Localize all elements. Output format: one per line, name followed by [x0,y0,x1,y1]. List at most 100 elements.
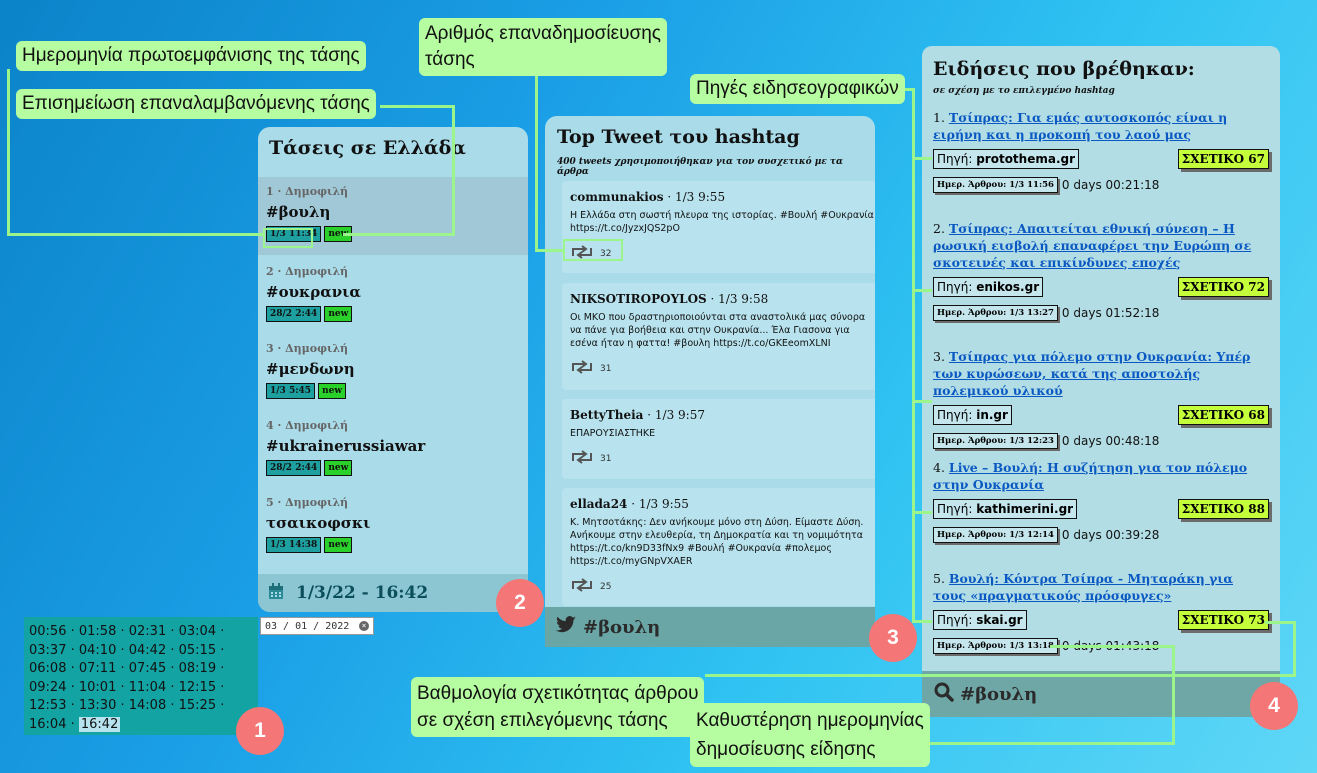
time-option[interactable]: 05:15 [179,643,216,658]
time-separator: · [216,624,225,639]
time-option[interactable]: 00:56 [29,624,66,639]
time-separator: · [66,679,79,695]
time-option[interactable]: 06:08 [29,661,66,676]
tweet-card[interactable]: NIKSOTIROPOYLOS · 1/3 9:58 Οι ΜΚΟ που δρ… [562,283,875,390]
connector-line [912,88,915,622]
tweet-user[interactable]: BettyTheia [570,408,643,422]
article-date-badge: Ημερ. Άρθρου: 1/3 11:56 [933,177,1058,193]
time-option[interactable]: 11:04 [129,680,166,695]
marker-2: 2 [496,579,544,627]
time-option[interactable]: 10:01 [79,680,116,695]
news-footer[interactable]: #βουλη [922,671,1280,717]
time-option[interactable]: 07:45 [129,661,166,676]
connector-line [452,105,455,236]
trend-item[interactable]: 5 · Δημοφιλή τσαικοφσκι 1/3 14:38 new [258,488,528,566]
connector-line [1265,621,1295,624]
callout-first-seen: Ημερομηνία πρωτοεμφάνισης της τάσης [16,41,366,71]
time-separator: · [116,642,129,658]
trend-item[interactable]: 2 · Δημοφιλή #ουκρανια 28/2 2:44 new [258,257,528,335]
time-option[interactable]: 04:10 [79,643,116,658]
datetime-footer[interactable]: 1/3/22 - 16:42 [258,574,528,612]
retweet-icon [570,360,594,377]
time-option[interactable]: 12:53 [29,698,66,713]
time-option[interactable]: 16:42 [78,716,121,732]
callout-news-sources: Πηγές ειδησεογραφικών [690,74,905,104]
connector-line [535,249,565,252]
tweet-text: Η Ελλάδα στη σωστή πλευρα της ιστορίας. … [570,210,874,234]
first-seen-badge: 28/2 2:44 [266,306,322,322]
time-option[interactable]: 04:42 [129,643,166,658]
time-option[interactable]: 13:30 [79,698,116,713]
tweet-user[interactable]: communakios [570,190,664,204]
tweet-text: Οι ΜΚΟ που δραστηριοποιούνται στα αναστο… [570,312,866,349]
first-seen-badge: 28/2 2:44 [266,460,322,476]
search-icon[interactable] [934,682,954,707]
trend-item[interactable]: 4 · Δημοφιλή #ukrainerussiawar 28/2 2:44… [258,411,528,489]
time-option[interactable]: 01:58 [79,624,116,639]
news-article: 5. Βουλή: Κόντρα Τσίπρα - Μηταράκη για τ… [933,570,1269,654]
tweet-time: · 1/3 9:55 [663,190,726,204]
tweet-card[interactable]: ellada24 · 1/3 9:55 Κ. Μητσοτάκης: Δεν α… [562,488,875,606]
article-link[interactable]: Τσίπρας: Για εμάς αυτοσκοπός είναι η ειρ… [933,110,1227,142]
article-link[interactable]: Τσίπρας για πόλεμο στην Ουκρανία: Υπέρ τ… [933,349,1250,398]
callout-delay-line2: δημοσίευσης είδησης [696,739,876,760]
tweet-user[interactable]: NIKSOTIROPOYLOS [570,292,707,306]
article-source: Πηγή: skai.gr [933,610,1027,630]
time-option[interactable]: 02:31 [129,624,166,639]
trends-title: Τάσεις σε Ελλάδα [269,137,466,159]
time-option[interactable]: 16:04 [29,717,66,732]
article-link[interactable]: Live – Βουλή: Η συζήτηση για τον πόλεμο … [933,460,1247,492]
time-option[interactable]: 09:24 [29,680,66,695]
trend-meta: 3 · Δημοφιλή [266,342,349,355]
source-name: skai.gr [976,613,1023,627]
source-name: in.gr [976,408,1008,422]
retweet-icon [570,578,594,595]
news-article: 3. Τσίπρας για πόλεμο στην Ουκρανία: Υπέ… [933,348,1269,449]
date-input[interactable]: 03 / 01 / 2022 × [260,617,374,635]
time-option[interactable]: 15:25 [179,698,216,713]
article-source: Πηγή: in.gr [933,405,1012,425]
callout-retweets-line2: τάσης [425,49,475,70]
publish-delay: 0 days 00:39:28 [1061,528,1160,542]
article-date-badge: Ημερ. Άρθρου: 1/3 12:23 [933,433,1058,449]
publish-delay: 0 days 00:48:18 [1061,434,1160,448]
callout-repeated-trend: Επισημείωση επαναλαμβανόμενης τάσης [16,89,376,119]
connector-line [912,157,932,160]
tweet-card[interactable]: BettyTheia · 1/3 9:57 ΕΠΑΡΟΥΣΙΑΣΤΗΚΕ 31 [562,399,875,479]
tweets-footer: #βουλη [545,607,875,647]
time-option[interactable]: 03:04 [179,624,216,639]
time-separator: · [166,698,179,713]
time-option[interactable]: 14:08 [129,698,166,713]
marker-1: 1 [236,707,284,755]
new-badge: new [324,306,353,322]
callout-score-line2: σε σχέση επιλεγόμενης τάσης [417,710,668,731]
tweet-user[interactable]: ellada24 [570,497,627,511]
time-separator: · [66,624,79,639]
article-link[interactable]: Τσίπρας: Απαιτείται εθνική σύνεση – Η ρω… [933,221,1251,270]
source-name: enikos.gr [976,280,1040,294]
article-link[interactable]: Βουλή: Κόντρα Τσίπρα - Μηταράκη για τους… [933,571,1233,603]
connector-line [563,239,623,261]
time-option[interactable]: 12:15 [179,680,216,695]
clear-icon[interactable]: × [359,621,369,631]
time-option[interactable]: 08:19 [179,661,216,676]
retweet-icon [570,450,594,467]
trends-panel: Τάσεις σε Ελλάδα 1 · Δημοφιλή #βουλη 1/3… [258,127,528,612]
time-option[interactable]: 03:37 [29,643,66,658]
connector-line [535,58,538,252]
new-badge: new [324,460,353,476]
connector-line [1050,645,1175,648]
time-separator: · [66,642,79,658]
twitter-icon [555,615,577,639]
trend-hashtag: #ουκρανια [266,283,361,301]
connector-line [705,674,1296,677]
trend-hashtag: #βουλη [266,203,331,221]
time-option[interactable]: 07:11 [79,661,116,676]
calendar-icon[interactable] [268,582,284,604]
trend-item[interactable]: 3 · Δημοφιλή #μενδωνη 1/3 5:45 new [258,334,528,412]
date-input-value: 03 / 01 / 2022 [265,620,350,632]
connector-line [7,233,265,236]
tweets-subtitle: 400 tweets χρησιμοποιήθηκαν για τον συσχ… [557,157,843,177]
time-separator: · [216,679,225,695]
source-label: Πηγή: [937,152,977,166]
